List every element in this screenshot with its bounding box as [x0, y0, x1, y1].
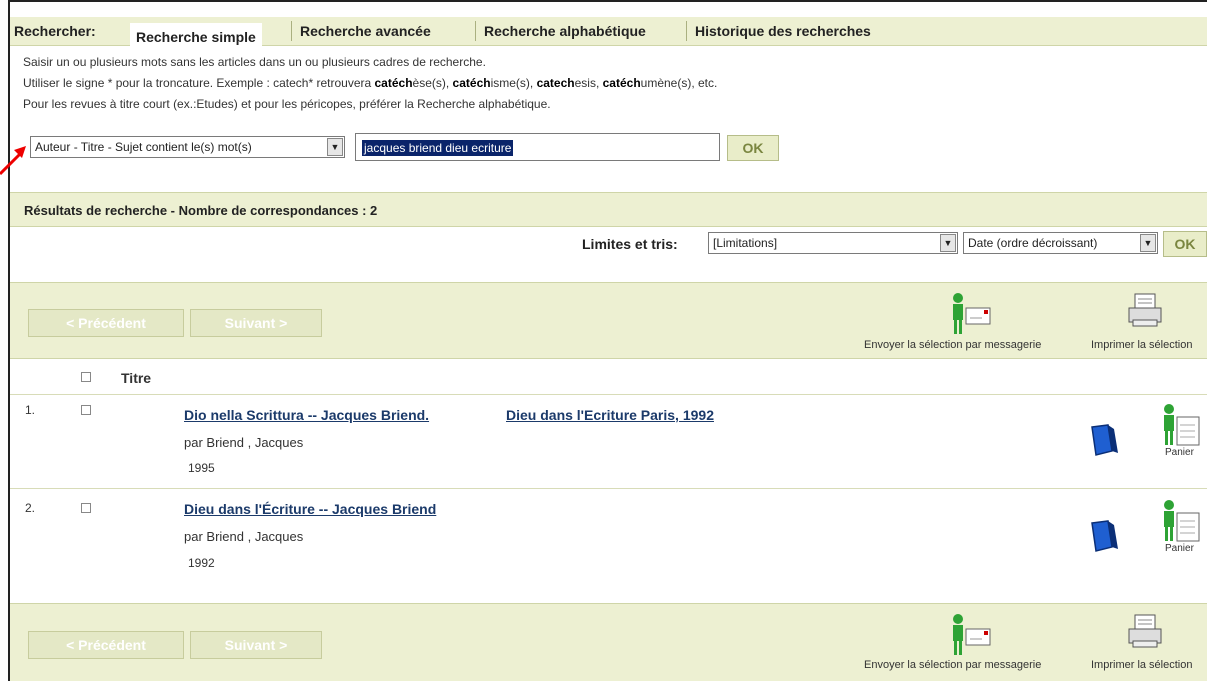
print-selection-link[interactable]: Imprimer la sélection [1091, 659, 1192, 671]
chevron-down-icon[interactable]: ▼ [327, 138, 343, 156]
next-button-top[interactable]: Suivant > [190, 309, 322, 337]
red-arrow-annotation [0, 146, 26, 176]
result-number: 1. [25, 403, 36, 417]
result-number: 2. [25, 501, 36, 515]
result-title-link[interactable]: Dio nella Scrittura -- Jacques Briend. [184, 407, 429, 423]
printer-icon[interactable] [1127, 613, 1163, 651]
book-icon [1091, 520, 1118, 552]
printer-icon[interactable] [1127, 292, 1163, 330]
email-person-icon[interactable] [948, 292, 994, 336]
limits-ok-button[interactable]: OK [1163, 231, 1207, 257]
title-column-header: Titre [121, 370, 152, 386]
tab-historique[interactable]: Historique des recherches [695, 23, 871, 39]
chevron-down-icon[interactable]: ▼ [1140, 234, 1156, 252]
select-all-checkbox[interactable] [81, 372, 91, 382]
tabs-label: Rechercher: [14, 23, 96, 39]
search-input[interactable]: jacques briend dieu ecriture [355, 133, 720, 161]
sort-select[interactable]: Date (ordre décroissant) ▼ [963, 232, 1158, 254]
help-line-1: Saisir un ou plusieurs mots sans les art… [23, 55, 486, 69]
add-to-basket-icon[interactable] [1159, 499, 1205, 545]
result-year: 1995 [188, 461, 215, 475]
email-selection-link[interactable]: Envoyer la sélection par messagerie [864, 339, 1041, 351]
search-field-select[interactable]: Auteur - Titre - Sujet contient le(s) mo… [30, 136, 345, 158]
search-tabs-bar: Rechercher: Recherche simple Recherche a… [10, 17, 1207, 50]
limitations-select[interactable]: [Limitations] ▼ [708, 232, 958, 254]
panier-label[interactable]: Panier [1165, 447, 1194, 458]
results-count-title: Résultats de recherche - Nombre de corre… [24, 203, 378, 218]
help-line-2: Utiliser le signe * pour la troncature. … [23, 76, 718, 90]
add-to-basket-icon[interactable] [1159, 403, 1205, 449]
prev-button-bottom[interactable]: < Précédent [28, 631, 184, 659]
result-title-link[interactable]: Dieu dans l'Écriture -- Jacques Briend [184, 501, 436, 517]
search-ok-button[interactable]: OK [727, 135, 779, 161]
panier-label[interactable]: Panier [1165, 543, 1194, 554]
next-button-bottom[interactable]: Suivant > [190, 631, 322, 659]
book-icon [1091, 424, 1118, 456]
result-checkbox[interactable] [81, 503, 91, 513]
tab-recherche-avancee[interactable]: Recherche avancée [300, 23, 431, 39]
tab-recherche-alphabetique[interactable]: Recherche alphabétique [484, 23, 646, 39]
result-author: par Briend , Jacques [184, 529, 304, 544]
help-line-3: Pour les revues à titre court (ex.:Etude… [23, 97, 551, 111]
tab-recherche-simple[interactable]: Recherche simple [130, 23, 262, 50]
chevron-down-icon[interactable]: ▼ [940, 234, 956, 252]
prev-button-top[interactable]: < Précédent [28, 309, 184, 337]
result-title-link-secondary[interactable]: Dieu dans l'Ecriture Paris, 1992 [506, 407, 714, 423]
print-selection-link[interactable]: Imprimer la sélection [1091, 339, 1192, 351]
limits-label: Limites et tris: [582, 236, 678, 252]
email-person-icon[interactable] [948, 613, 994, 657]
result-year: 1992 [188, 556, 215, 570]
email-selection-link[interactable]: Envoyer la sélection par messagerie [864, 659, 1041, 671]
result-checkbox[interactable] [81, 405, 91, 415]
results-header-bar: Résultats de recherche - Nombre de corre… [10, 192, 1207, 227]
result-author: par Briend , Jacques [184, 435, 304, 450]
